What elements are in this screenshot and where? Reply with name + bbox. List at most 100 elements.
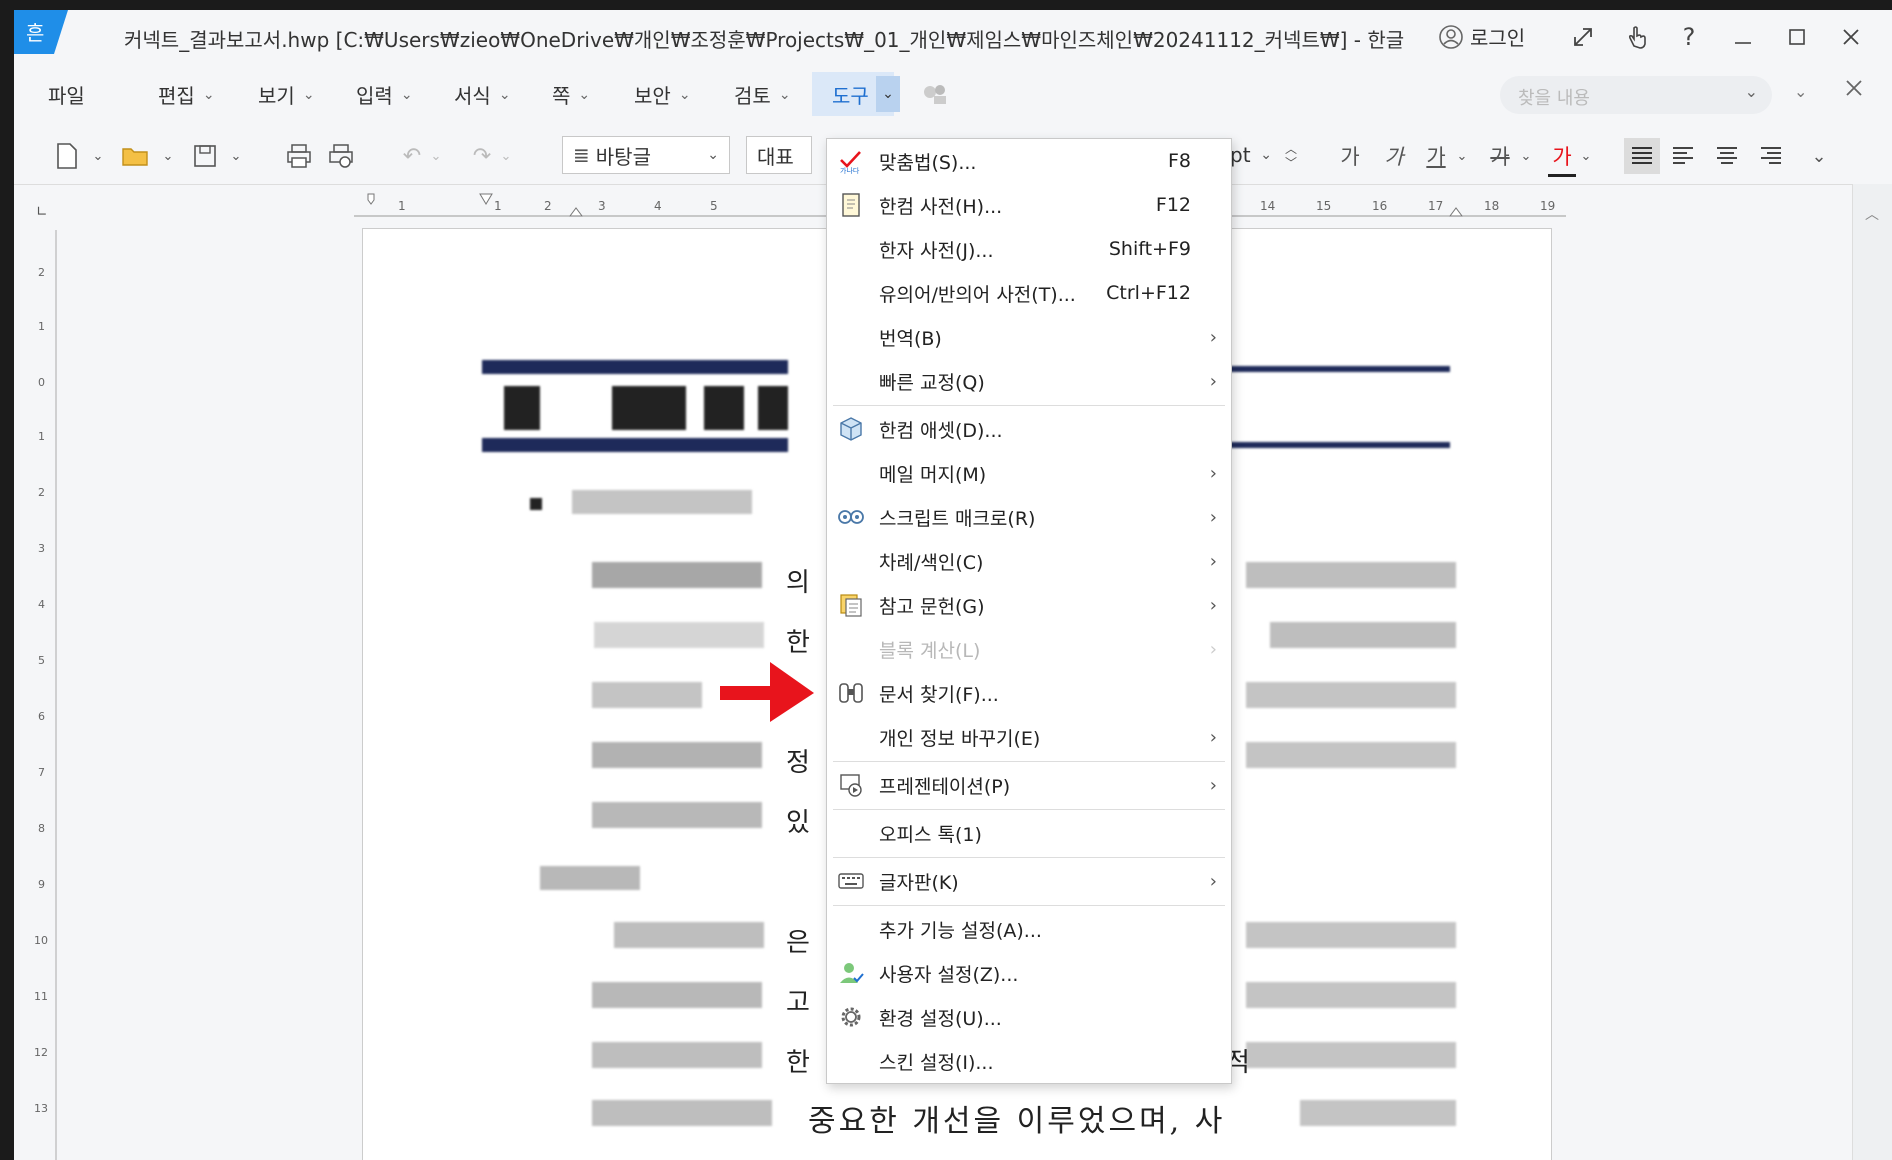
open-folder-icon[interactable] [120, 138, 152, 174]
menu-item-translate[interactable]: 번역(B) › [827, 317, 1231, 357]
redacted-text [592, 742, 762, 768]
redacted-text [1300, 1100, 1456, 1126]
menu-item-references[interactable]: 참고 문헌(G) › [827, 585, 1231, 625]
menu-review[interactable]: 검토 ⌄ [734, 80, 791, 109]
ribbon-collapse-icon[interactable]: ⌄ [1794, 82, 1807, 101]
svg-text:10: 10 [34, 934, 48, 947]
login-button[interactable]: 로그인 [1438, 22, 1525, 51]
print-preview-icon[interactable] [326, 138, 356, 174]
menu-security[interactable]: 보안 ⌄ [634, 80, 691, 109]
redacted-text [704, 386, 744, 430]
vertical-scrollbar[interactable]: ︿ [1852, 184, 1892, 1160]
chevron-down-icon[interactable]: ⌄ [428, 138, 444, 174]
menu-item-presentation[interactable]: 프레젠테이션(P) › [827, 765, 1231, 805]
gear-icon [837, 1003, 865, 1031]
maximize-icon[interactable] [1780, 20, 1814, 54]
align-center-icon[interactable] [1712, 138, 1742, 174]
underline-button[interactable]: 가 [1422, 138, 1450, 174]
svg-text:4: 4 [38, 598, 45, 611]
menu-item-hancom-dictionary[interactable]: 한컴 사전(H)... F12 [827, 185, 1231, 225]
font-select[interactable]: 대표 [746, 136, 812, 174]
help-icon[interactable]: ? [1672, 20, 1706, 54]
menu-view[interactable]: 보기 ⌄ [258, 80, 315, 109]
menu-page[interactable]: 쪽 ⌄ [552, 80, 590, 109]
chevron-right-icon: › [1209, 506, 1217, 528]
align-right-icon[interactable] [1756, 138, 1786, 174]
references-icon [837, 591, 865, 619]
italic-button[interactable]: 가 [1380, 138, 1408, 174]
menu-item-hancom-asset[interactable]: 한컴 애셋(D)... [827, 409, 1231, 449]
svg-text:4: 4 [654, 199, 662, 213]
touch-mode-icon[interactable] [1620, 20, 1654, 54]
svg-text:14: 14 [1260, 199, 1275, 213]
menu-item-personal-info[interactable]: 개인 정보 바꾸기(E) › [827, 717, 1231, 757]
chevron-down-icon[interactable]: ⌄ [160, 138, 176, 174]
redacted-text [1246, 562, 1456, 588]
close-icon[interactable] [1834, 20, 1868, 54]
menu-insert[interactable]: 입력 ⌄ [356, 80, 413, 109]
redacted-text [592, 1100, 772, 1126]
chevron-down-icon[interactable]: ⌄ [1454, 138, 1470, 174]
menu-file[interactable]: 파일 [48, 80, 85, 109]
chevron-down-icon[interactable]: ⌄ [90, 138, 106, 174]
expand-icon[interactable] [1566, 20, 1600, 54]
menu-item-keyboard[interactable]: 글자판(K) › [827, 861, 1231, 901]
menu-format[interactable]: 서식 ⌄ [454, 80, 511, 109]
size-stepper[interactable]: ︿ ﹀ [1280, 138, 1302, 174]
menu-item-toc-index[interactable]: 차례/색인(C) › [827, 541, 1231, 581]
redacted-text [1246, 742, 1456, 768]
menu-item-quick-correct[interactable]: 빠른 교정(Q) › [827, 361, 1231, 401]
bullet [530, 498, 542, 510]
undo-icon[interactable]: ↶ [398, 138, 426, 174]
chevron-down-icon: ⌄ [678, 86, 691, 103]
chevron-right-icon: › [1209, 774, 1217, 796]
menu-item-mail-merge[interactable]: 메일 머지(M) › [827, 453, 1231, 493]
chevron-down-icon[interactable]: ⌄ [498, 138, 514, 174]
menu-item-user-settings[interactable]: 사용자 설정(Z)... [827, 953, 1231, 993]
more-tools-icon[interactable]: ⌄ [1804, 138, 1834, 174]
save-icon[interactable] [190, 138, 220, 174]
menu-item-spellcheck[interactable]: 가나다 맞춤법(S)... F8 [827, 141, 1231, 181]
search-input[interactable]: 찾을 내용 ⌄ [1500, 76, 1772, 114]
chevron-down-icon[interactable]: ⌄ [1745, 82, 1758, 101]
print-icon[interactable] [284, 138, 314, 174]
menu-item-hanja-dictionary[interactable]: 한자 사전(J)... Shift+F9 [827, 229, 1231, 269]
redacted-text [572, 490, 752, 514]
close-doc-icon[interactable] [1844, 78, 1864, 102]
menu-item-addon-settings[interactable]: 추가 기능 설정(A)... [827, 909, 1231, 949]
menu-item-skin-settings[interactable]: 스킨 설정(I)... [827, 1041, 1231, 1081]
app-logo: 흔 [14, 10, 68, 54]
chevron-down-icon[interactable]: ⌄ [228, 138, 244, 174]
hwp-window: 흔 커넥트_결과보고서.hwp [C:₩Users₩zieo₩OneDrive₩… [14, 10, 1892, 1160]
chevron-down-icon[interactable]: ﹀ [1285, 156, 1297, 170]
redacted-text [1270, 622, 1456, 648]
chevron-up-icon[interactable]: ︿ [1285, 142, 1297, 156]
new-document-icon[interactable] [52, 138, 82, 174]
chevron-down-icon[interactable]: ⌄ [1518, 138, 1534, 174]
minimize-icon[interactable] [1726, 20, 1760, 54]
bold-button[interactable]: 가 [1336, 138, 1364, 174]
font-color-button[interactable]: 가 [1548, 138, 1576, 177]
collaboration-icon[interactable] [920, 80, 950, 112]
font-name: 대표 [757, 144, 794, 169]
chevron-up-icon[interactable]: ︿ [1865, 204, 1879, 224]
menu-edit[interactable]: 편집 ⌄ [158, 80, 215, 109]
justify-align-icon[interactable] [1624, 138, 1660, 174]
menu-item-environment-settings[interactable]: 환경 설정(U)... [827, 997, 1231, 1037]
redacted-text [504, 386, 540, 430]
style-select[interactable]: ≣ 바탕글 ⌄ [562, 136, 730, 174]
user-icon [1439, 24, 1463, 49]
svg-text:1: 1 [38, 320, 45, 333]
svg-text:17: 17 [1428, 199, 1443, 213]
svg-text:5: 5 [38, 654, 45, 667]
menu-item-script-macro[interactable]: 스크립트 매크로(R) › [827, 497, 1231, 537]
menu-tools[interactable]: 도구 [832, 80, 869, 109]
align-left-icon[interactable] [1668, 138, 1698, 174]
chevron-down-icon[interactable]: ⌄ [1578, 138, 1594, 174]
menu-item-thesaurus[interactable]: 유의어/반의어 사전(T)... Ctrl+F12 [827, 273, 1231, 313]
menu-item-find-document[interactable]: 문서 찾기(F)... [827, 673, 1231, 713]
menu-item-office-talk[interactable]: 오피스 톡(1) [827, 813, 1231, 853]
strikethrough-button[interactable]: 가 [1486, 138, 1514, 174]
redo-icon[interactable]: ↷ [468, 138, 496, 174]
svg-text:18: 18 [1484, 199, 1499, 213]
